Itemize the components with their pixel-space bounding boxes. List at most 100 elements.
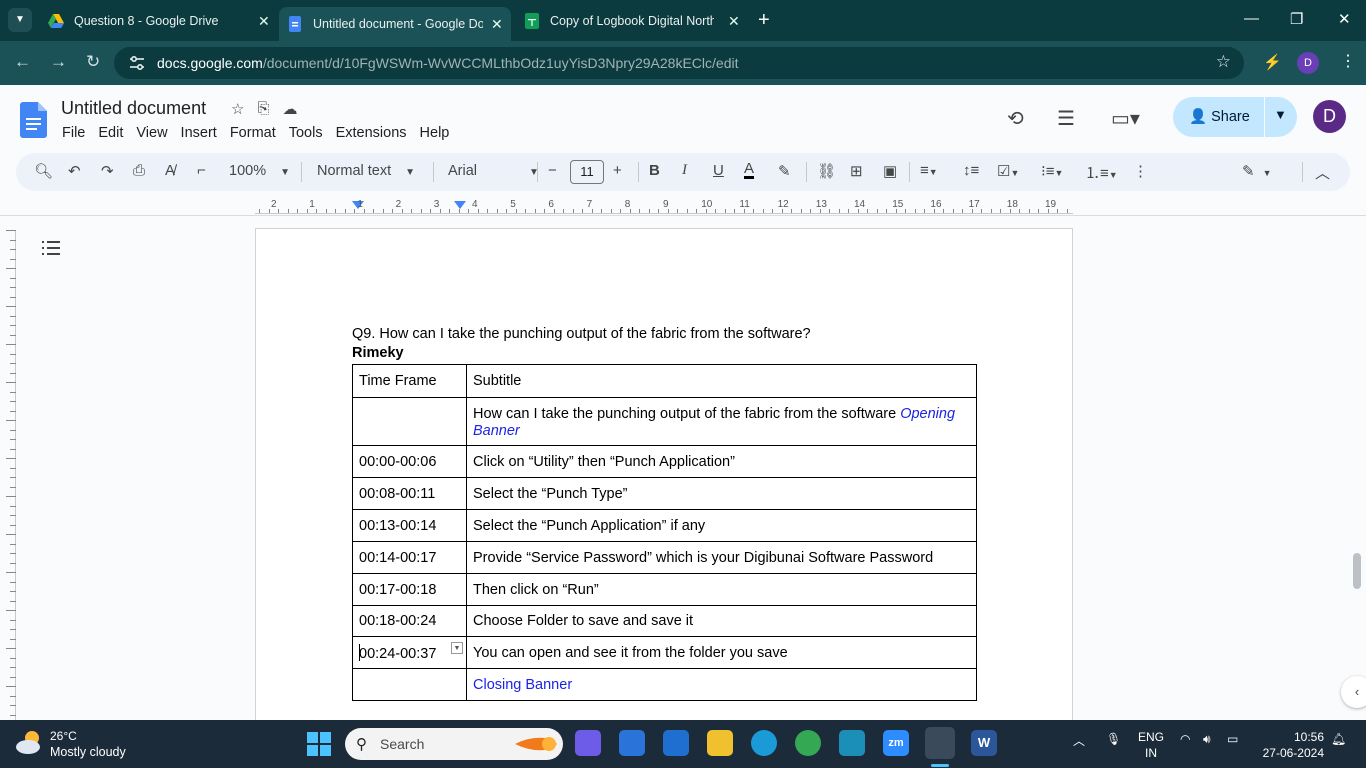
insert-link-icon[interactable]: ⛓ (817, 162, 836, 180)
horizontal-ruler[interactable]: 2 1 1 2 3 4 5 6 7 8 9 10 11 12 13 14 15 16 17 18 19 (255, 197, 1073, 217)
bulleted-list-icon[interactable]: ⁝≡▼ (1041, 162, 1063, 180)
time-cell[interactable] (352, 397, 467, 446)
language-indicator[interactable]: ENG IN (1138, 729, 1164, 761)
bookmark-star-icon[interactable]: ☆ (1216, 52, 1231, 72)
insert-image-icon[interactable]: ▣ (883, 162, 897, 180)
zoom-select[interactable]: 100% ▼ (229, 163, 290, 179)
print-icon[interactable]: ⎙ (133, 162, 145, 179)
redo-icon[interactable]: ↷ (101, 162, 114, 180)
increase-font-size-icon[interactable]: + (613, 162, 622, 179)
chrome-profile-icon[interactable] (795, 730, 821, 756)
time-cell[interactable]: 00:18-00:24 (352, 605, 467, 637)
share-button[interactable]: 👤 Share ▼ (1173, 97, 1297, 137)
mail-icon[interactable] (663, 730, 689, 756)
time-cell[interactable]: 00:17-00:18 (352, 573, 467, 606)
time-cell[interactable]: 00:00-00:06 (352, 445, 467, 478)
meet-video-icon[interactable]: ▭▾ (1111, 106, 1140, 131)
editing-mode-icon[interactable]: ✎ ▼ (1242, 162, 1272, 180)
side-panel-toggle-icon[interactable]: ‹ (1341, 676, 1366, 708)
subtitle-cell[interactable]: Then click on “Run” (466, 573, 977, 606)
font-select[interactable]: Arial ▼ (448, 163, 539, 179)
font-size-input[interactable]: 11 (570, 160, 604, 184)
align-icon[interactable]: ≡▼ (920, 162, 938, 179)
menu-tools[interactable]: Tools (289, 125, 323, 141)
back-arrow-icon[interactable]: ← (14, 52, 31, 72)
numbered-list-icon[interactable]: ⒈≡▼ (1085, 162, 1118, 183)
microphone-icon[interactable]: 🎙︎ (1106, 732, 1121, 746)
notifications-bell-icon[interactable]: 🔔︎ (1331, 732, 1346, 746)
line-spacing-icon[interactable]: ↕≡ (963, 162, 979, 179)
menu-view[interactable]: View (136, 125, 167, 141)
close-window-icon[interactable]: ✕ (1338, 10, 1351, 28)
menu-help[interactable]: Help (420, 125, 450, 141)
volume-icon[interactable]: 🔊︎ (1203, 732, 1211, 747)
browser-menu-icon[interactable]: ⋮ (1340, 51, 1356, 71)
add-comment-icon[interactable]: ⊞ (850, 162, 863, 180)
site-settings-icon[interactable] (128, 54, 146, 72)
microsoft-store-icon[interactable] (619, 730, 645, 756)
subtitle-cell[interactable]: Click on “Utility” then “Punch Applicati… (466, 445, 977, 478)
battery-icon[interactable]: ▭ (1227, 732, 1238, 746)
paragraph-style-select[interactable]: Normal text ▼ (317, 163, 415, 179)
share-dropdown-icon[interactable]: ▼ (1274, 107, 1287, 122)
extension-icon[interactable]: ⚡ (1263, 53, 1282, 71)
file-explorer-icon[interactable] (707, 730, 733, 756)
weather-widget[interactable]: 26°C Mostly cloudy (14, 728, 126, 759)
document-outline-icon[interactable] (42, 240, 60, 256)
paint-format-icon[interactable]: ⌐ (197, 162, 206, 179)
checklist-icon[interactable]: ☑▼ (997, 162, 1019, 180)
browser-profile-avatar[interactable]: D (1297, 52, 1319, 74)
star-icon[interactable]: ☆ (231, 100, 244, 118)
time-cell[interactable]: 00:13-00:14 (352, 509, 467, 542)
menu-edit[interactable]: Edit (98, 125, 123, 141)
close-tab-icon[interactable]: ✕ (491, 16, 503, 33)
show-hidden-icons-chevron-up-icon[interactable]: ︿ (1073, 732, 1085, 749)
closing-banner-cell[interactable]: Closing Banner (466, 668, 977, 701)
taskbar-search[interactable]: ⚲ Search (345, 728, 563, 760)
more-options-icon[interactable]: ⋮ (1133, 162, 1148, 180)
subtitle-cell[interactable]: Select the “Punch Application” if any (466, 509, 977, 542)
desktop-app-icon[interactable] (839, 730, 865, 756)
wifi-icon[interactable]: ◠ (1180, 732, 1190, 746)
reload-icon[interactable]: ↻ (86, 52, 100, 72)
subtitle-cell[interactable]: Provide “Service Password” which is your… (466, 541, 977, 574)
url-omnibox[interactable]: docs.google.com/document/d/10FgWSWm-WvWC… (114, 47, 1244, 79)
subtitle-cell[interactable]: Select the “Punch Type” (466, 477, 977, 510)
tab-logbook-sheet[interactable]: Copy of Logbook Digital North ✕ (524, 7, 740, 35)
document-title[interactable]: Untitled document (61, 98, 206, 119)
meet-app-icon[interactable] (575, 730, 601, 756)
time-cell[interactable]: 00:24-00:37 ▼ (352, 636, 467, 669)
zoom-app-icon[interactable]: zm (883, 730, 909, 756)
comments-icon[interactable]: ☰ (1057, 106, 1075, 131)
subtitle-cell[interactable]: You can open and see it from the folder … (466, 636, 977, 669)
close-tab-icon[interactable]: ✕ (728, 13, 740, 30)
underline-icon[interactable]: U (713, 162, 724, 179)
system-clock[interactable]: 10:56 27-06-2024 (1262, 729, 1324, 761)
tab-google-drive[interactable]: Question 8 - Google Drive ✕ (48, 7, 270, 35)
forward-arrow-icon[interactable]: → (50, 52, 67, 72)
undo-icon[interactable]: ↶ (68, 162, 81, 180)
right-indent-marker[interactable] (454, 201, 466, 209)
subtitle-cell[interactable]: Choose Folder to save and save it (466, 605, 977, 637)
tab-untitled-document[interactable]: Untitled document - Google Do ✕ (279, 7, 511, 41)
minimize-icon[interactable]: — (1244, 10, 1259, 27)
menu-file[interactable]: File (62, 125, 85, 141)
search-menus-icon[interactable]: 🔍︎ (34, 162, 53, 180)
menu-insert[interactable]: Insert (181, 125, 217, 141)
cloud-saved-icon[interactable]: ☁ (282, 100, 297, 118)
header-time-frame[interactable]: Time Frame (352, 364, 467, 398)
hide-menus-chevron-up-icon[interactable]: ︿ (1315, 162, 1330, 183)
account-avatar[interactable]: D (1313, 100, 1346, 133)
subtitle-table[interactable]: Time Frame Subtitle How can I take the p… (352, 364, 977, 701)
menu-format[interactable]: Format (230, 125, 276, 141)
menu-extensions[interactable]: Extensions (336, 125, 407, 141)
edge-browser-icon[interactable] (751, 730, 777, 756)
vertical-scrollbar-thumb[interactable] (1353, 553, 1361, 589)
decrease-font-size-icon[interactable]: − (548, 162, 557, 179)
move-folder-icon[interactable]: ⎘ (257, 100, 269, 118)
cell-menu-icon[interactable]: ▼ (451, 642, 463, 654)
tab-search-button[interactable]: ▼ (8, 8, 32, 32)
windows-start-icon[interactable] (307, 732, 331, 756)
time-cell[interactable]: 00:08-00:11 (352, 477, 467, 510)
time-cell[interactable]: 00:14-00:17 (352, 541, 467, 574)
